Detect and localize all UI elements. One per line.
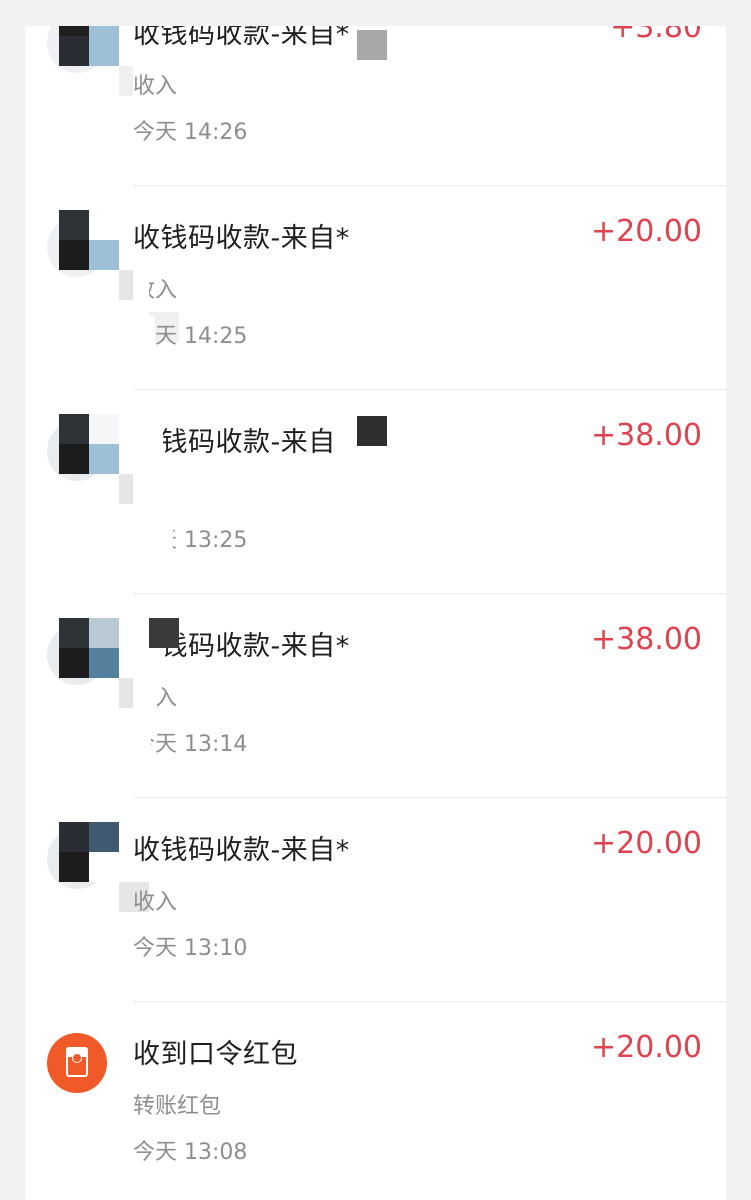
mask: [133, 678, 157, 710]
transaction-row[interactable]: 收钱码收款-来自* 收入 今天 14:26 +3.80: [25, 26, 726, 186]
transaction-row[interactable]: 收到口令红包 转账红包 今天 13:08 +20.00: [25, 1002, 726, 1200]
user-avatar-pixelated-icon: [59, 210, 119, 270]
mask: [133, 724, 151, 756]
redacted-block: [357, 416, 387, 446]
transaction-title: 收钱码收款-来自*: [133, 835, 350, 866]
transaction-time: 今天 13:08: [133, 1140, 248, 1165]
redacted-block: [149, 618, 179, 648]
red-packet-icon: [47, 1033, 107, 1093]
user-avatar-pixelated-icon: [59, 414, 119, 474]
transaction-title: 收到口令红包: [133, 1039, 298, 1070]
redacted-block: [119, 66, 133, 96]
transaction-type: 收入: [133, 74, 178, 99]
transaction-row[interactable]: 收钱码收款-来自* 收入 今天 13:14 +38.00: [25, 594, 726, 798]
transaction-amount: +3.80: [610, 26, 702, 45]
transaction-title: 收钱码收款-来自*: [133, 26, 350, 50]
user-avatar-pixelated-icon: [59, 26, 119, 66]
mask: [133, 416, 163, 456]
transaction-type: 收入: [133, 890, 178, 915]
transaction-amount: +20.00: [590, 826, 702, 861]
transaction-list: 收钱码收款-来自* 收入 今天 14:26 +3.80 收钱码收款-来自* 收入…: [25, 26, 726, 1200]
transaction-row[interactable]: 收钱码收款-来自* 收入 今天 14:25 +20.00: [25, 186, 726, 390]
transaction-title: 收钱码收款-来自*: [133, 223, 350, 254]
redacted-block: [357, 30, 387, 60]
mask: [133, 520, 173, 552]
user-avatar-pixelated-icon: [59, 822, 119, 882]
transaction-amount: +20.00: [590, 214, 702, 249]
transaction-type: 转账红包: [133, 1094, 222, 1119]
user-avatar-pixelated-icon: [59, 618, 119, 678]
mask: [133, 474, 183, 506]
transaction-amount: +20.00: [590, 1030, 702, 1065]
transaction-time: 今天 14:26: [133, 120, 248, 145]
transaction-row[interactable]: 收钱码收款-来自* 收入 今天 13:10 +20.00: [25, 798, 726, 1002]
transaction-amount: +38.00: [590, 622, 702, 657]
transaction-amount: +38.00: [590, 418, 702, 453]
transaction-time: 今天 13:10: [133, 936, 248, 961]
mask: [133, 316, 155, 348]
transaction-title: 收钱码收款-来自: [133, 427, 336, 458]
mask: [133, 270, 149, 300]
transaction-row[interactable]: 收钱码收款-来自 收入 今天 13:25 +38.00: [25, 390, 726, 594]
transaction-list-card: 收钱码收款-来自* 收入 今天 14:26 +3.80 收钱码收款-来自* 收入…: [25, 26, 726, 1200]
